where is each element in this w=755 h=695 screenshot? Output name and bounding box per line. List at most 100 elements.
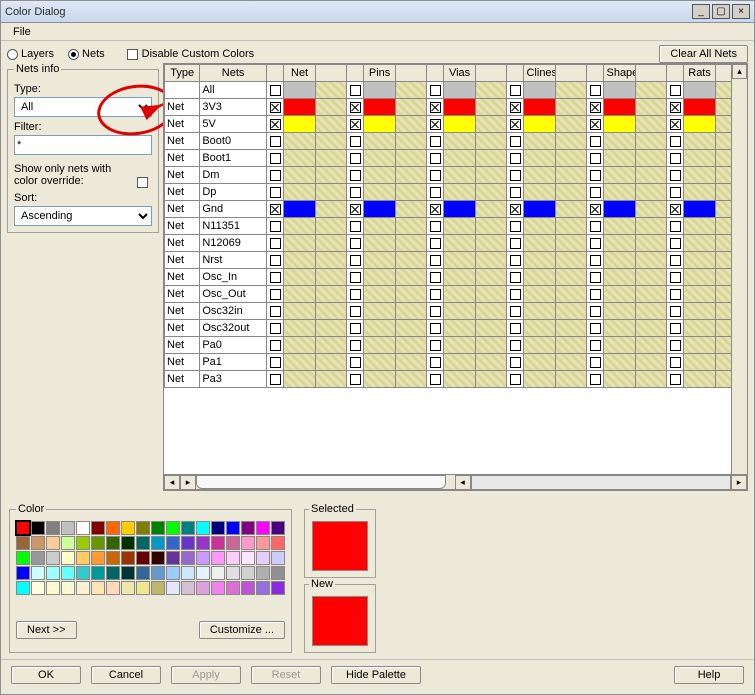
cancel-button[interactable]: Cancel xyxy=(91,666,161,684)
color-swatch[interactable] xyxy=(91,536,105,550)
row-checkbox[interactable] xyxy=(266,235,284,252)
row-color-swatch[interactable] xyxy=(524,371,555,388)
row-checkbox[interactable] xyxy=(346,269,364,286)
row-checkbox[interactable] xyxy=(266,201,284,218)
table-row[interactable]: All xyxy=(165,82,747,99)
color-swatch[interactable] xyxy=(151,521,165,535)
row-color-swatch[interactable] xyxy=(524,320,555,337)
color-swatch[interactable] xyxy=(151,551,165,565)
row-checkbox[interactable] xyxy=(666,320,684,337)
row-checkbox[interactable] xyxy=(346,252,364,269)
row-color-swatch[interactable] xyxy=(444,201,475,218)
row-color-swatch[interactable] xyxy=(444,371,475,388)
row-checkbox[interactable] xyxy=(426,303,444,320)
color-swatch[interactable] xyxy=(136,551,150,565)
row-color-swatch[interactable] xyxy=(364,337,395,354)
color-swatch[interactable] xyxy=(256,566,270,580)
row-color-swatch[interactable] xyxy=(684,235,715,252)
row-color-swatch[interactable] xyxy=(604,184,635,201)
color-swatch[interactable] xyxy=(76,521,90,535)
row-checkbox[interactable] xyxy=(666,252,684,269)
table-row[interactable]: NetOsc32out xyxy=(165,320,747,337)
row-checkbox[interactable] xyxy=(346,354,364,371)
row-color-swatch[interactable] xyxy=(684,99,715,116)
color-swatch[interactable] xyxy=(211,521,225,535)
row-checkbox[interactable] xyxy=(666,82,684,99)
row-color-swatch[interactable] xyxy=(364,218,395,235)
row-color-swatch[interactable] xyxy=(604,150,635,167)
color-swatch[interactable] xyxy=(256,581,270,595)
row-checkbox[interactable] xyxy=(666,269,684,286)
color-swatch[interactable] xyxy=(91,551,105,565)
ok-button[interactable]: OK xyxy=(11,666,81,684)
table-row[interactable]: NetN11351 xyxy=(165,218,747,235)
row-checkbox[interactable] xyxy=(266,218,284,235)
row-color-swatch[interactable] xyxy=(604,116,635,133)
color-swatch[interactable] xyxy=(46,581,60,595)
row-checkbox[interactable] xyxy=(426,354,444,371)
color-swatch[interactable] xyxy=(196,581,210,595)
row-checkbox[interactable] xyxy=(586,184,604,201)
table-row[interactable]: NetPa1 xyxy=(165,354,747,371)
color-swatch[interactable] xyxy=(31,551,45,565)
color-swatch[interactable] xyxy=(196,521,210,535)
row-checkbox[interactable] xyxy=(506,167,524,184)
row-checkbox[interactable] xyxy=(426,99,444,116)
row-color-swatch[interactable] xyxy=(284,354,315,371)
show-only-checkbox[interactable] xyxy=(137,177,148,188)
row-color-swatch[interactable] xyxy=(684,354,715,371)
color-swatch[interactable] xyxy=(61,521,75,535)
row-checkbox[interactable] xyxy=(426,286,444,303)
color-swatch[interactable] xyxy=(271,536,285,550)
color-swatch[interactable] xyxy=(31,536,45,550)
row-checkbox[interactable] xyxy=(506,337,524,354)
scroll-right2-icon[interactable]: ▸ xyxy=(731,475,747,490)
reset-button[interactable]: Reset xyxy=(251,666,321,684)
color-swatch[interactable] xyxy=(211,536,225,550)
row-checkbox[interactable] xyxy=(266,167,284,184)
color-swatch[interactable] xyxy=(91,566,105,580)
row-checkbox[interactable] xyxy=(506,269,524,286)
row-checkbox[interactable] xyxy=(586,371,604,388)
row-color-swatch[interactable] xyxy=(684,184,715,201)
color-swatch[interactable] xyxy=(151,536,165,550)
row-checkbox[interactable] xyxy=(346,286,364,303)
color-swatch[interactable] xyxy=(16,581,30,595)
row-color-swatch[interactable] xyxy=(604,99,635,116)
row-color-swatch[interactable] xyxy=(604,82,635,99)
color-swatch[interactable] xyxy=(241,551,255,565)
row-color-swatch[interactable] xyxy=(444,99,475,116)
table-row[interactable]: NetBoot1 xyxy=(165,150,747,167)
row-color-swatch[interactable] xyxy=(524,116,555,133)
row-color-swatch[interactable] xyxy=(284,82,315,99)
row-checkbox[interactable] xyxy=(266,371,284,388)
row-color-swatch[interactable] xyxy=(444,320,475,337)
row-color-swatch[interactable] xyxy=(684,150,715,167)
row-checkbox[interactable] xyxy=(506,99,524,116)
table-row[interactable]: NetNrst xyxy=(165,252,747,269)
color-swatch[interactable] xyxy=(76,581,90,595)
row-color-swatch[interactable] xyxy=(604,303,635,320)
color-swatch[interactable] xyxy=(31,566,45,580)
row-color-swatch[interactable] xyxy=(524,252,555,269)
row-checkbox[interactable] xyxy=(346,116,364,133)
row-checkbox[interactable] xyxy=(586,99,604,116)
color-swatch[interactable] xyxy=(166,566,180,580)
color-swatch[interactable] xyxy=(106,581,120,595)
row-checkbox[interactable] xyxy=(666,133,684,150)
row-checkbox[interactable] xyxy=(266,354,284,371)
row-checkbox[interactable] xyxy=(586,133,604,150)
row-checkbox[interactable] xyxy=(426,218,444,235)
color-swatch[interactable] xyxy=(256,536,270,550)
row-color-swatch[interactable] xyxy=(524,286,555,303)
color-swatch[interactable] xyxy=(106,551,120,565)
row-color-swatch[interactable] xyxy=(364,269,395,286)
row-checkbox[interactable] xyxy=(586,286,604,303)
row-color-swatch[interactable] xyxy=(524,201,555,218)
row-color-swatch[interactable] xyxy=(604,286,635,303)
row-checkbox[interactable] xyxy=(266,99,284,116)
table-row[interactable]: NetOsc_Out xyxy=(165,286,747,303)
row-checkbox[interactable] xyxy=(586,201,604,218)
row-checkbox[interactable] xyxy=(346,184,364,201)
row-checkbox[interactable] xyxy=(506,218,524,235)
